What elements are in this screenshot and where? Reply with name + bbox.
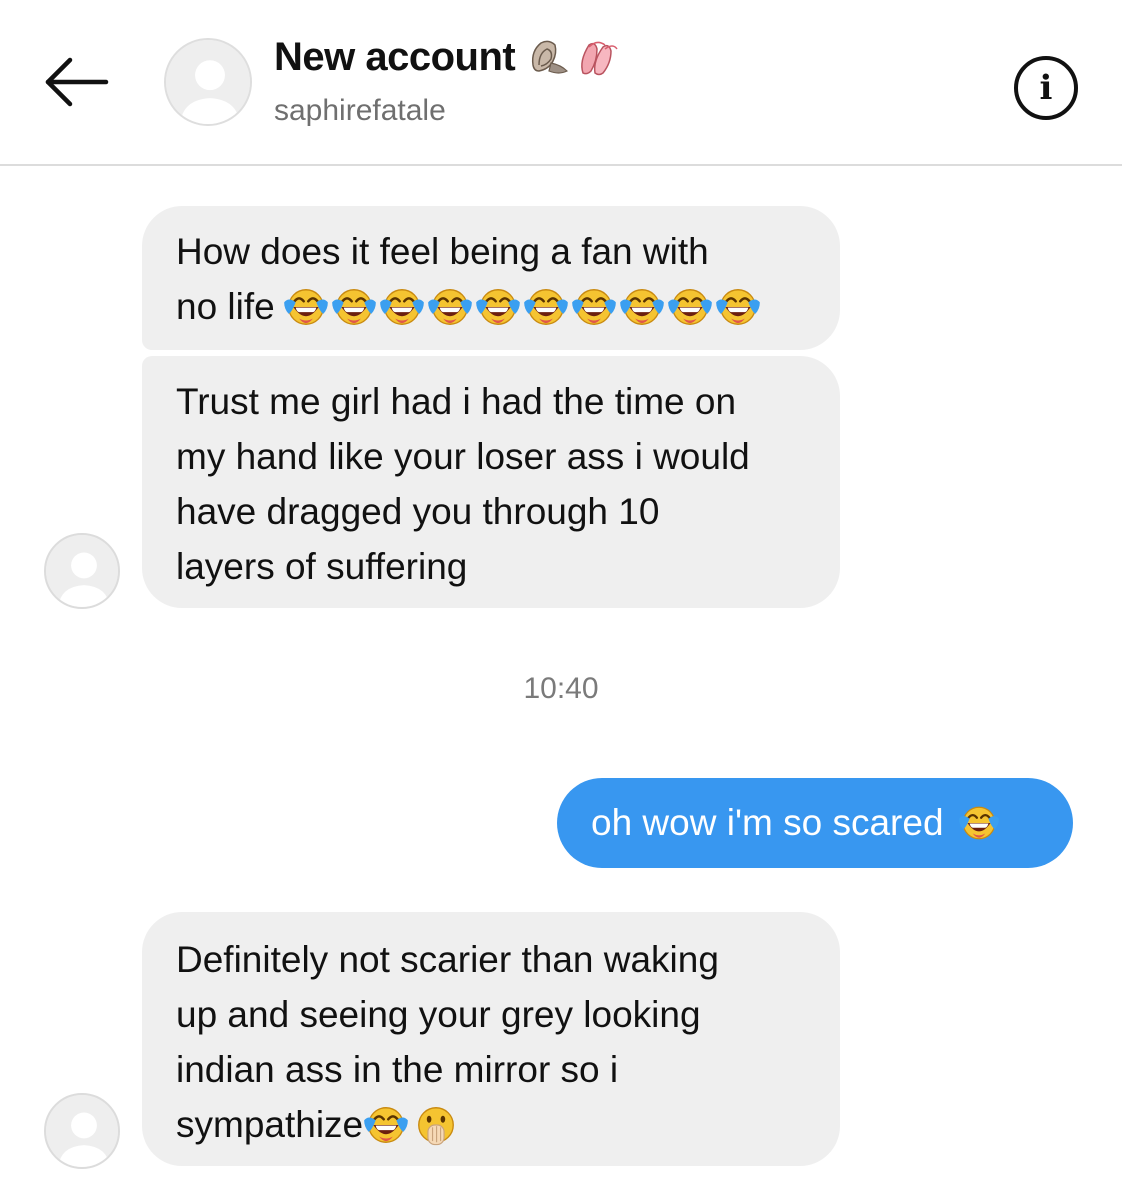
laughing-emoji-run xyxy=(283,284,763,330)
ballet-shoes-emoji-icon xyxy=(581,41,618,76)
face-with-tears-of-joy-emoji-icon xyxy=(523,284,569,330)
default-avatar-icon xyxy=(46,1095,120,1169)
face-with-tears-of-joy-emoji-icon xyxy=(958,802,1000,844)
title-emojis xyxy=(527,35,619,79)
face-with-tears-of-joy-emoji-icon xyxy=(331,284,377,330)
default-avatar-icon xyxy=(166,40,252,126)
message-line: have dragged you through 10 xyxy=(176,491,660,532)
face-with-tears-of-joy-emoji-icon xyxy=(715,284,761,330)
message-line: no life xyxy=(176,286,275,327)
sent-message-bubble[interactable]: oh wow i'm so scared xyxy=(557,778,1073,868)
message-line: my hand like your loser ass i would xyxy=(176,436,750,477)
info-icon: i xyxy=(1039,68,1053,108)
message-line: layers of suffering xyxy=(176,546,468,587)
face-with-open-eyes-and-hand-over-mouth-emoji-icon xyxy=(413,1102,459,1148)
face-with-tears-of-joy-emoji-icon xyxy=(667,284,713,330)
contact-title-row[interactable]: New account xyxy=(274,30,619,84)
message-timestamp: 10:40 xyxy=(523,672,599,705)
message-line-with-emoji: sympathize xyxy=(176,1097,840,1152)
default-avatar-icon xyxy=(46,535,120,609)
arrow-left-icon xyxy=(45,57,109,107)
message-line: Trust me girl had i had the time on xyxy=(176,381,737,422)
chat-header: New account saphirefatale i xyxy=(0,0,1122,166)
message-line: indian ass in the mirror so i xyxy=(176,1049,619,1090)
face-with-tears-of-joy-emoji-icon xyxy=(283,284,329,330)
received-message-bubble[interactable]: How does it feel being a fan with no lif… xyxy=(142,206,840,350)
face-with-tears-of-joy-emoji-icon xyxy=(619,284,665,330)
face-with-tears-of-joy-emoji-icon xyxy=(475,284,521,330)
spiral-shell-emoji-icon xyxy=(532,40,569,74)
face-with-tears-of-joy-emoji-icon xyxy=(379,284,425,330)
message-line: up and seeing your grey looking xyxy=(176,994,701,1035)
face-with-tears-of-joy-emoji-icon xyxy=(363,1102,409,1148)
face-with-tears-of-joy-emoji-icon xyxy=(427,284,473,330)
received-message-bubble[interactable]: Trust me girl had i had the time on my h… xyxy=(142,356,840,608)
received-message-bubble[interactable]: Definitely not scarier than waking up an… xyxy=(142,912,840,1166)
sender-avatar[interactable] xyxy=(44,533,120,609)
message-line: sympathize xyxy=(176,1104,364,1145)
message-line: Definitely not scarier than waking xyxy=(176,939,719,980)
contact-avatar[interactable] xyxy=(164,38,252,126)
face-with-tears-of-joy-emoji-icon xyxy=(571,284,617,330)
message-line-with-emoji: no life xyxy=(176,279,840,334)
info-button[interactable]: i xyxy=(1014,56,1078,120)
sender-avatar[interactable] xyxy=(44,1093,120,1169)
message-text: oh wow i'm so scared xyxy=(591,802,944,843)
back-button[interactable] xyxy=(40,52,110,112)
contact-display-name: New account xyxy=(274,34,516,79)
message-line: How does it feel being a fan with xyxy=(176,231,709,272)
contact-username: saphirefatale xyxy=(274,94,446,127)
